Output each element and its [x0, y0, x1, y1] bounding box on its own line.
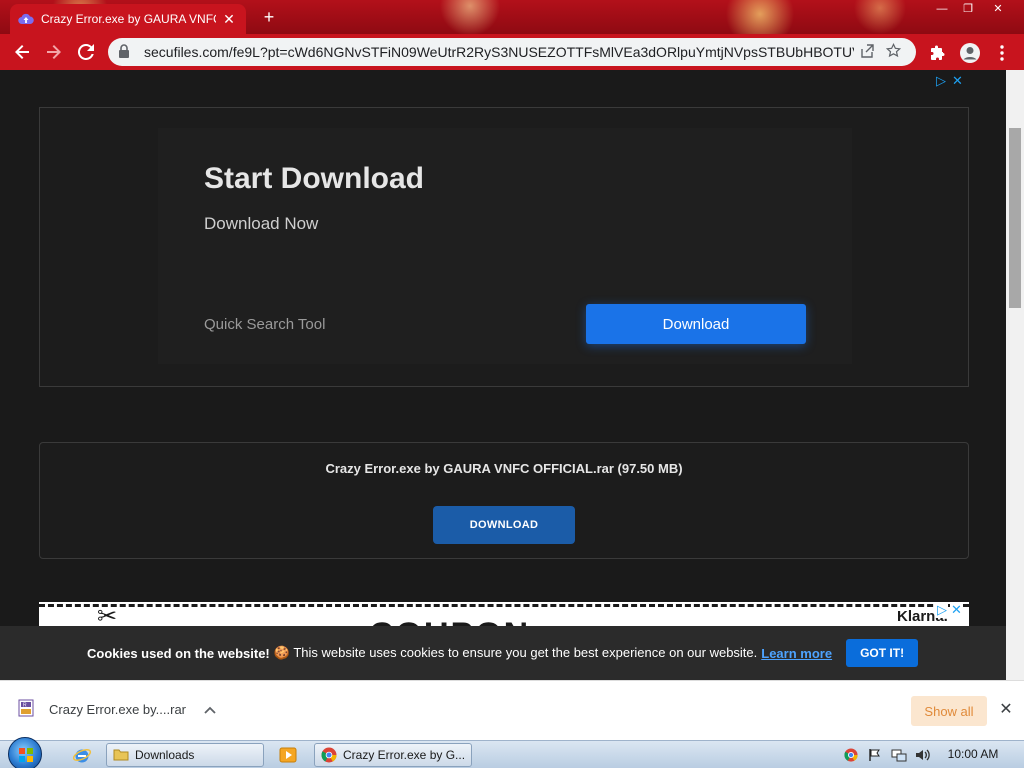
adchoices-secondary[interactable]: ▷ ✕ — [936, 602, 963, 618]
browser-tab[interactable]: Crazy Error.exe by GAURA VNFC ✕ — [10, 4, 246, 34]
back-icon[interactable] — [7, 37, 37, 67]
browser-toolbar: secufiles.com/fe9L?pt=cWd6NGNvSTFiN09WeU… — [0, 34, 1024, 70]
tray-chrome-icon[interactable] — [842, 747, 860, 763]
rar-file-icon: R — [18, 699, 36, 719]
chevron-up-icon[interactable] — [204, 701, 216, 717]
tab-close-icon[interactable]: ✕ — [220, 11, 238, 28]
adchoices-icon[interactable]: ▷ — [936, 73, 946, 89]
taskbar-chrome[interactable]: Crazy Error.exe by G... — [314, 743, 472, 767]
file-name-label: Crazy Error.exe by GAURA VNFC OFFICIAL.r… — [325, 461, 683, 476]
cookie-message: 🍪 This website uses cookies to ensure yo… — [273, 645, 758, 660]
extensions-puzzle-icon[interactable] — [925, 40, 951, 66]
tab-title: Crazy Error.exe by GAURA VNFC — [41, 12, 216, 26]
ad-tool-name: Quick Search Tool — [204, 316, 326, 333]
cloud-upload-icon — [18, 11, 34, 27]
ad-download-button[interactable]: Download — [586, 304, 806, 344]
action-center-flag-icon[interactable] — [866, 747, 884, 763]
browser-titlebar: Crazy Error.exe by GAURA VNFC ✕ + — ❐ ✕ — [0, 0, 1024, 34]
taskbar-downloads[interactable]: Downloads — [106, 743, 264, 767]
download-ad-banner[interactable]: Start Download Download Now Quick Search… — [39, 107, 969, 387]
downloaded-file-name: Crazy Error.exe by....rar — [49, 701, 187, 717]
restore-icon[interactable]: ❐ — [954, 0, 982, 18]
profile-avatar-icon[interactable] — [957, 40, 983, 66]
volume-icon[interactable] — [914, 747, 932, 763]
page-scrollbar[interactable] — [1006, 70, 1024, 680]
lock-icon[interactable] — [118, 44, 134, 60]
minimize-icon[interactable]: — — [928, 0, 956, 18]
network-icon[interactable] — [890, 747, 908, 763]
scrollbar-thumb[interactable] — [1009, 128, 1021, 308]
media-player-icon[interactable] — [276, 744, 300, 766]
chrome-icon — [321, 747, 337, 763]
forward-icon[interactable] — [39, 37, 69, 67]
shelf-close-icon[interactable]: ✕ — [996, 699, 1016, 719]
window-close-icon[interactable]: ✕ — [984, 0, 1012, 18]
taskbar-clock[interactable]: 10:00 AM — [938, 747, 1008, 761]
ad-title: Start Download — [204, 162, 425, 195]
folder-icon — [113, 747, 129, 763]
file-download-box: Crazy Error.exe by GAURA VNFC OFFICIAL.r… — [39, 442, 969, 559]
bookmark-star-icon[interactable] — [880, 42, 906, 61]
internet-explorer-icon[interactable] — [70, 744, 94, 766]
taskbar-downloads-label: Downloads — [135, 748, 195, 762]
downloaded-file-item[interactable]: R Crazy Error.exe by....rar — [18, 699, 186, 719]
show-all-button[interactable]: Show all — [911, 696, 987, 726]
cookie-banner: Cookies used on the website! 🍪 This webs… — [0, 626, 1006, 680]
adchoices[interactable]: ▷ ✕ — [936, 73, 963, 89]
menu-kebab-icon[interactable] — [989, 40, 1015, 66]
windows-start-icon[interactable] — [8, 737, 42, 768]
learn-more-link[interactable]: Learn more — [761, 646, 832, 661]
url-text: secufiles.com/fe9L?pt=cWd6NGNvSTFiN09WeU… — [144, 44, 854, 60]
dashed-cut-line — [39, 604, 969, 607]
ad-subtitle: Download Now — [204, 214, 319, 233]
reload-icon[interactable] — [71, 37, 101, 67]
share-icon[interactable] — [854, 43, 880, 61]
address-bar[interactable]: secufiles.com/fe9L?pt=cWd6NGNvSTFiN09WeU… — [108, 38, 916, 66]
download-shelf: R Crazy Error.exe by....rar Show all ✕ — [0, 680, 1024, 740]
svg-text:R: R — [23, 702, 27, 708]
ad-close-icon[interactable]: ✕ — [950, 602, 963, 618]
new-tab-icon[interactable]: + — [258, 7, 280, 29]
taskbar-chrome-label: Crazy Error.exe by G... — [343, 748, 465, 762]
got-it-button[interactable]: GOT IT! — [846, 639, 919, 667]
download-button[interactable]: DOWNLOAD — [433, 506, 575, 544]
ad-close-icon[interactable]: ✕ — [952, 73, 963, 89]
web-page: ▷ ✕ Start Download Download Now Quick Se… — [0, 70, 1006, 680]
adchoices-icon[interactable]: ▷ — [936, 602, 948, 618]
cookie-heading: Cookies used on the website! — [87, 645, 270, 661]
windows-taskbar: Downloads Crazy Error.exe by G... 10:00 … — [0, 737, 1024, 768]
